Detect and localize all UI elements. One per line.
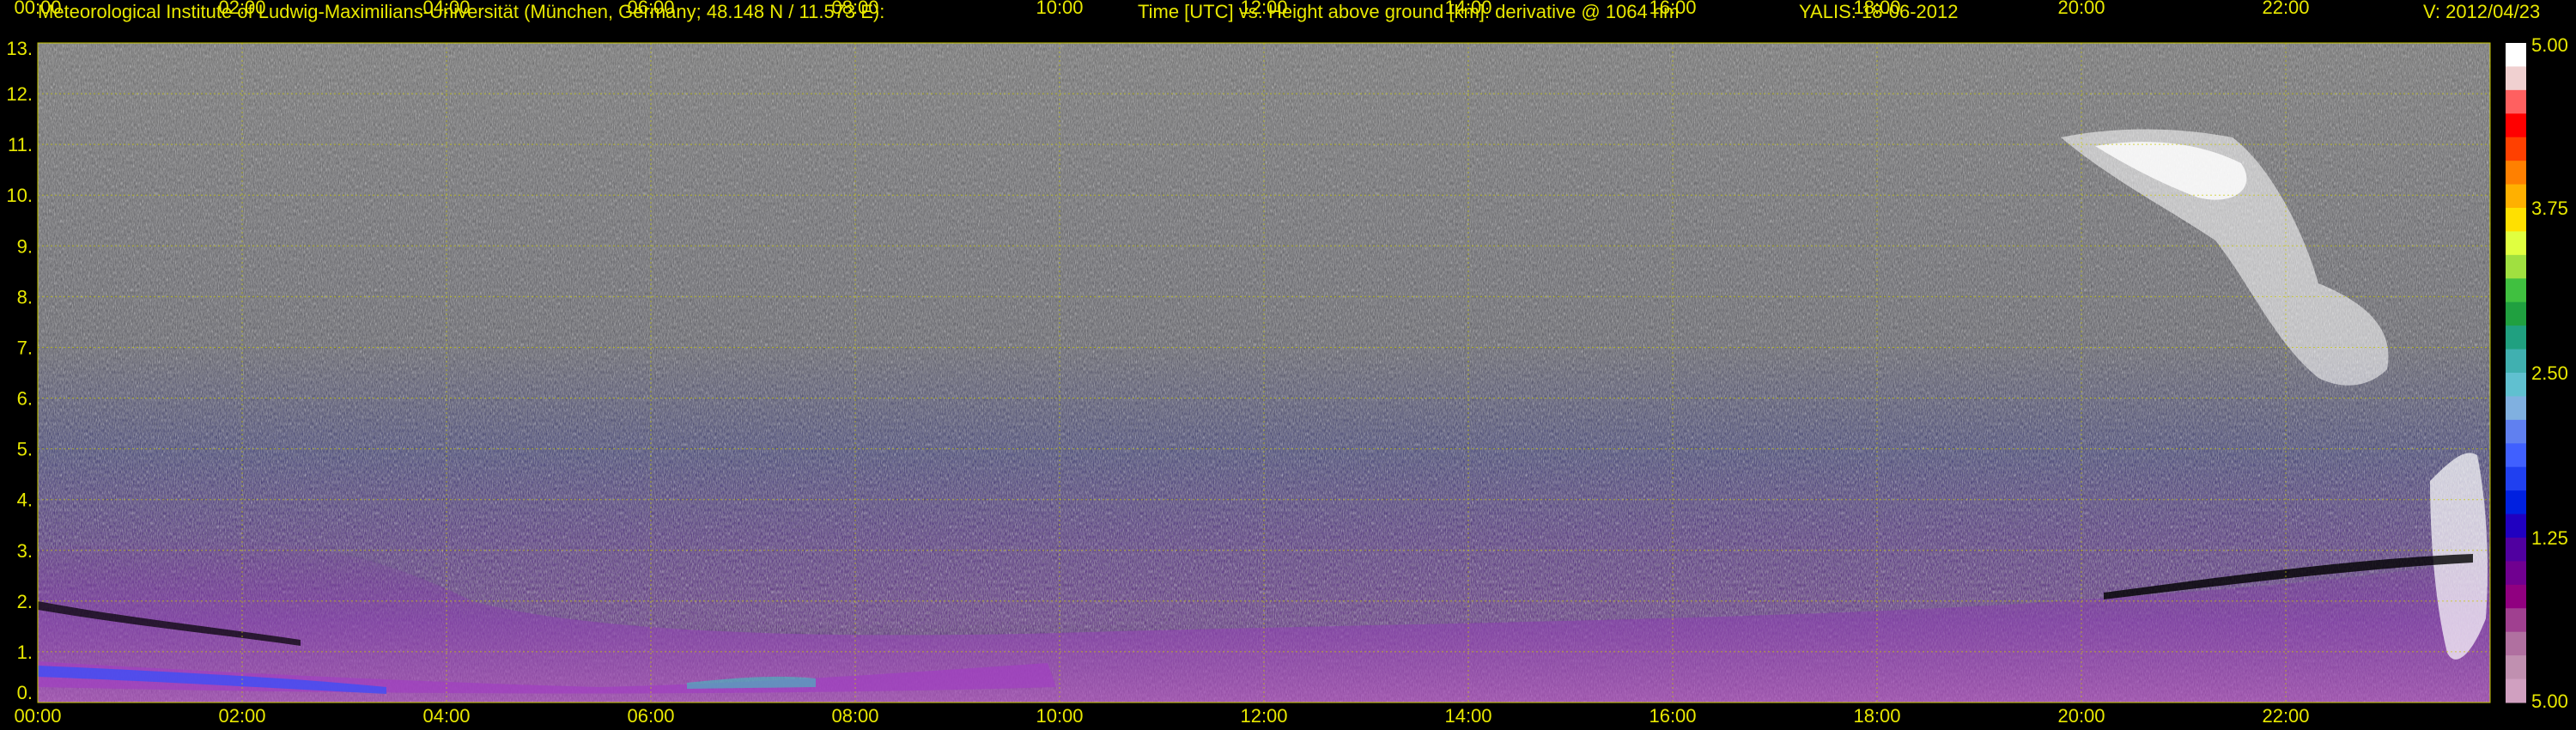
y-tick-label: 6. (17, 388, 33, 410)
x-tick-label: 14:00 (1444, 705, 1492, 727)
y-tick-label: 7. (17, 337, 33, 358)
colorbar-swatch (2506, 514, 2526, 538)
y-tick-label: 1. (17, 642, 33, 663)
x-tick-label: 08:00 (831, 705, 878, 727)
x-tick-label-top: 14:00 (1444, 0, 1492, 18)
y-tick-label: 3. (17, 540, 33, 562)
x-tick-label-top: 12:00 (1240, 0, 1287, 18)
colorbar-swatch (2506, 349, 2526, 374)
chart: 00:00 00:00 02:00 02:00 04:00 04:00 06:00 06:00… (6, 0, 2568, 727)
x-tick-label: 16:00 (1649, 705, 1696, 727)
colorbar: 5.00 3.75 2.50 1.25 5.00 (2506, 34, 2568, 712)
y-tick-label: 11. (8, 134, 33, 155)
colorbar-swatch (2506, 419, 2526, 444)
colorbar-label: 5.00 (2531, 690, 2568, 712)
x-tick-label-top: 02:00 (218, 0, 265, 18)
x-tick-label: 22:00 (2262, 705, 2309, 727)
colorbar-swatch (2506, 325, 2526, 350)
colorbar-swatch (2506, 301, 2526, 326)
y-axis: 0. 1. 2. 3. 4. 5. 6. 7. 8. 9. 10. 11. 12. 13. (6, 38, 33, 703)
colorbar-swatch (2506, 208, 2526, 232)
y-tick-label: 9. (17, 235, 33, 257)
colorbar-swatch (2506, 443, 2526, 468)
y-tick-label: 5. (17, 439, 33, 460)
colorbar-swatch (2506, 184, 2526, 209)
x-tick-label-top: 04:00 (422, 0, 470, 18)
y-tick-label: 0. (17, 682, 33, 703)
x-tick-label-top: 20:00 (2057, 0, 2105, 18)
x-tick-label-top: 06:00 (627, 0, 674, 18)
y-tick-label: 8. (17, 286, 33, 307)
colorbar-label: 2.50 (2531, 362, 2568, 384)
colorbar-label: 1.25 (2531, 527, 2568, 549)
colorbar-swatch (2506, 231, 2526, 256)
x-tick-label: 06:00 (627, 705, 674, 727)
x-tick-label-top: 16:00 (1649, 0, 1696, 18)
colorbar-label: 5.00 (2531, 34, 2568, 56)
colorbar-swatch (2506, 490, 2526, 515)
colorbar-swatch (2506, 655, 2526, 680)
colorbar-swatch (2506, 561, 2526, 586)
x-tick-label: 04:00 (422, 705, 470, 727)
x-tick-label: 20:00 (2057, 705, 2105, 727)
colorbar-swatch (2506, 137, 2526, 161)
colorbar-swatch (2506, 584, 2526, 609)
colorbar-swatch (2506, 113, 2526, 138)
y-tick-label: 4. (17, 490, 33, 511)
colorbar-swatch (2506, 254, 2526, 279)
y-tick-label: 2. (17, 591, 33, 612)
x-tick-label: 10:00 (1036, 705, 1083, 727)
x-tick-label: 18:00 (1853, 705, 1900, 727)
colorbar-swatch (2506, 43, 2526, 67)
x-tick-label: 00:00 (14, 705, 61, 727)
colorbar-label: 3.75 (2531, 198, 2568, 219)
x-tick-label-top: 18:00 (1853, 0, 1900, 18)
y-tick-label: 13. (6, 38, 33, 59)
x-tick-label: 02:00 (218, 705, 265, 727)
colorbar-swatch (2506, 373, 2526, 397)
colorbar-swatch (2506, 66, 2526, 91)
y-tick-label: 10. (6, 185, 33, 206)
colorbar-swatch (2506, 608, 2526, 633)
x-tick-label-top: 08:00 (831, 0, 878, 18)
colorbar-swatch (2506, 678, 2526, 703)
colorbar-swatch (2506, 631, 2526, 656)
x-tick-label-top: 00:00 (14, 0, 61, 18)
x-tick-label: 12:00 (1240, 705, 1287, 727)
colorbar-swatch (2506, 278, 2526, 303)
colorbar-swatch (2506, 161, 2526, 186)
y-tick-label: 12. (6, 83, 33, 105)
colorbar-swatch (2506, 538, 2526, 562)
colorbar-swatch (2506, 89, 2526, 114)
colorbar-swatch (2506, 466, 2526, 491)
x-tick-label-top: 22:00 (2262, 0, 2309, 18)
x-tick-label-top: 10:00 (1036, 0, 1083, 18)
colorbar-swatch (2506, 396, 2526, 421)
